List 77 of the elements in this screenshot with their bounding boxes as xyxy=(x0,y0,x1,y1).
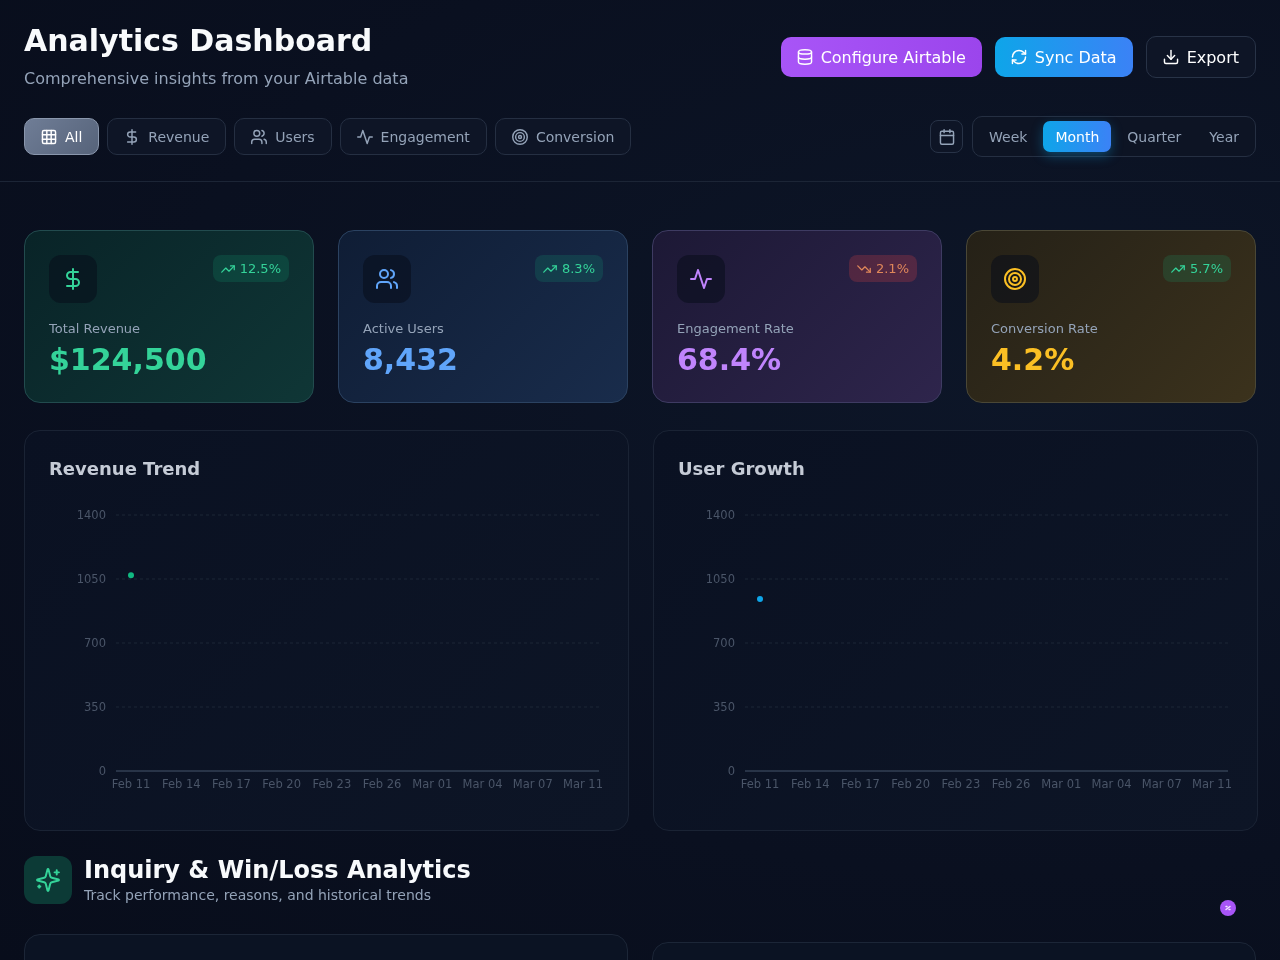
users-icon xyxy=(363,255,411,303)
y-axis-label: 700 xyxy=(84,635,106,650)
x-axis-label: Feb 23 xyxy=(941,776,981,791)
x-axis-label: Feb 20 xyxy=(891,776,930,791)
floating-dot-icon[interactable] xyxy=(1220,900,1236,916)
target-icon xyxy=(991,255,1039,303)
period-tab[interactable]: Year xyxy=(1197,121,1251,152)
x-axis-label: Feb 11 xyxy=(740,776,780,791)
y-axis-label: 0 xyxy=(98,763,106,778)
x-axis-label: Mar 07 xyxy=(512,776,553,791)
change-percent: 12.5% xyxy=(239,261,281,276)
stat-value: 4.2% xyxy=(991,342,1076,378)
x-axis-label: Mar 11 xyxy=(1192,776,1232,791)
x-axis-label: Feb 26 xyxy=(991,776,1031,791)
section-title: Inquiry & Win/Loss Analytics xyxy=(84,855,471,885)
x-axis-label: Feb 20 xyxy=(262,776,301,791)
trending-down-icon xyxy=(856,263,871,274)
x-axis-label: Mar 11 xyxy=(563,776,603,791)
x-axis-label: Feb 26 xyxy=(362,776,402,791)
x-axis-label: Feb 17 xyxy=(212,776,251,791)
stat-label: Engagement Rate xyxy=(677,320,795,338)
filter-tab[interactable]: Users xyxy=(234,118,332,155)
stat-value: 68.4% xyxy=(677,342,783,378)
y-axis-label: 350 xyxy=(713,699,735,714)
stat-value: $124,500 xyxy=(49,342,208,378)
section-subtitle: Track performance, reasons, and historical trends xyxy=(84,886,432,905)
stat-value: 8,432 xyxy=(363,342,459,378)
period-tab[interactable]: Quarter xyxy=(1115,121,1194,152)
export-button[interactable]: Export xyxy=(1145,36,1256,78)
change-percent: 2.1% xyxy=(875,261,909,276)
x-axis-label: Mar 07 xyxy=(1141,776,1182,791)
y-axis-label: 0 xyxy=(727,763,735,778)
filter-tab[interactable]: Conversion xyxy=(494,118,632,155)
y-axis-label: 700 xyxy=(713,635,735,650)
filter-tab[interactable]: Revenue xyxy=(107,118,227,155)
filter-tab[interactable]: Engagement xyxy=(339,118,487,155)
target-icon xyxy=(511,128,528,145)
x-axis-label: Mar 01 xyxy=(412,776,453,791)
y-axis-label: 1050 xyxy=(705,571,735,586)
x-axis-label: Feb 14 xyxy=(161,776,201,791)
y-axis-label: 1050 xyxy=(76,571,106,586)
page-title: Analytics Dashboard xyxy=(24,23,374,59)
change-percent: 8.3% xyxy=(561,261,595,276)
grid-icon xyxy=(41,128,57,145)
y-axis-label: 1400 xyxy=(705,507,735,522)
pulse-icon xyxy=(356,128,373,145)
stat-label: Conversion Rate xyxy=(991,320,1099,338)
change-percent: 5.7% xyxy=(1189,261,1223,276)
trending-up-icon xyxy=(220,263,235,274)
download-icon xyxy=(1162,49,1179,65)
trending-up-icon xyxy=(1170,263,1185,274)
sparkles-icon xyxy=(24,856,72,904)
dollar-icon xyxy=(49,255,97,303)
period-tab[interactable]: Week xyxy=(977,121,1040,152)
chart-title: Revenue Trend xyxy=(49,457,202,481)
chart-title: User Growth xyxy=(678,457,806,481)
calendar-button[interactable] xyxy=(930,120,963,153)
database-icon xyxy=(796,49,813,65)
x-axis-label: Feb 11 xyxy=(111,776,151,791)
refresh-icon xyxy=(1010,49,1027,65)
y-axis-label: 350 xyxy=(84,699,106,714)
configure-button[interactable]: Configure Airtable xyxy=(780,37,982,77)
pulse-icon xyxy=(677,255,725,303)
x-axis-label: Mar 04 xyxy=(1091,776,1132,791)
page-subtitle: Comprehensive insights from your Airtable data xyxy=(24,68,409,90)
x-axis-label: Feb 14 xyxy=(790,776,830,791)
x-axis-label: Feb 23 xyxy=(312,776,352,791)
stat-label: Total Revenue xyxy=(49,320,142,338)
x-axis-label: Mar 01 xyxy=(1041,776,1082,791)
stat-label: Active Users xyxy=(363,320,445,338)
x-axis-label: Feb 17 xyxy=(841,776,880,791)
users-icon xyxy=(251,128,268,145)
y-axis-label: 1400 xyxy=(76,507,106,522)
calendar-icon xyxy=(938,128,955,145)
filter-tab[interactable]: All xyxy=(24,118,100,155)
x-axis-label: Mar 04 xyxy=(462,776,503,791)
trending-up-icon xyxy=(542,263,557,274)
